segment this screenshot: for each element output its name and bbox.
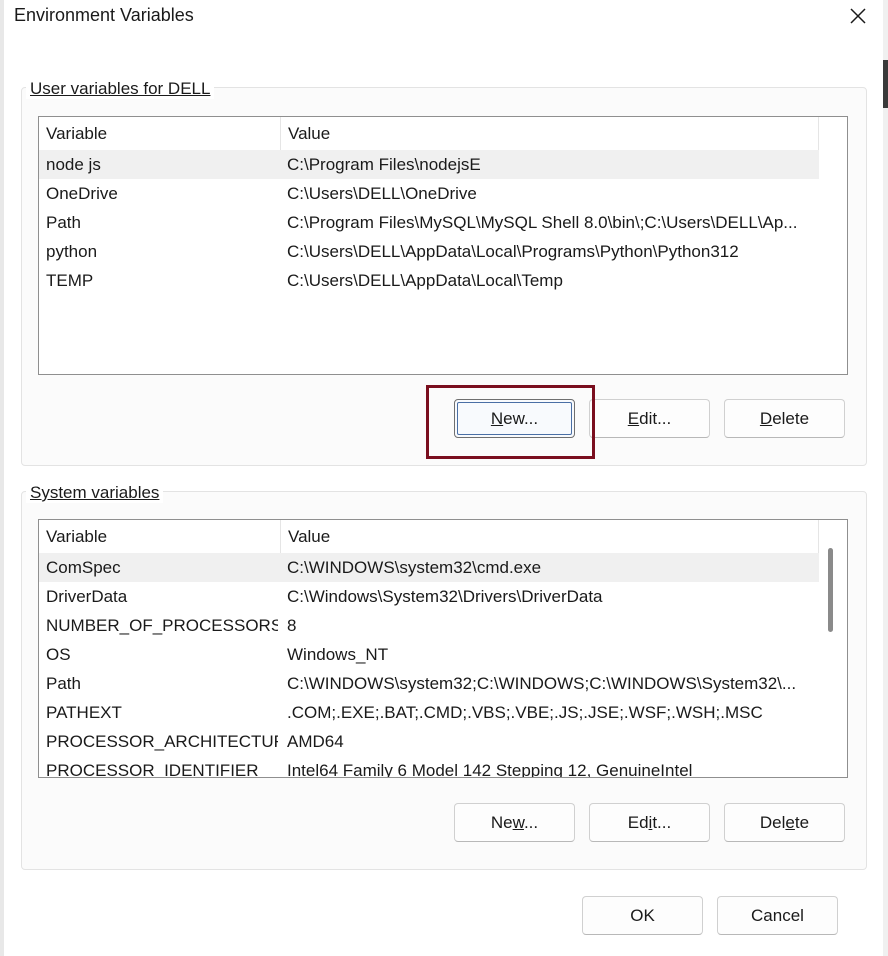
close-icon: [850, 8, 866, 24]
user-variables-label: User variables for DELL: [26, 79, 215, 99]
variable-value: .COM;.EXE;.BAT;.CMD;.VBS;.VBE;.JS;.JSE;.…: [287, 703, 763, 722]
table-row[interactable]: Path C:\Program Files\MySQL\MySQL Shell …: [39, 208, 819, 237]
table-row[interactable]: DriverData C:\Windows\System32\Drivers\D…: [39, 582, 819, 611]
background-window-edge-right: [883, 0, 888, 956]
background-window-edge-dark: [883, 60, 888, 108]
user-new-button[interactable]: New...: [454, 399, 575, 438]
user-delete-button[interactable]: Delete: [724, 399, 845, 438]
variable-name: PROCESSOR_ARCHITECTURE: [46, 732, 278, 751]
variable-name: ComSpec: [46, 558, 121, 577]
variable-name: NUMBER_OF_PROCESSORS: [46, 616, 278, 635]
table-row[interactable]: Path C:\WINDOWS\system32;C:\WINDOWS;C:\W…: [39, 669, 819, 698]
cancel-button[interactable]: Cancel: [717, 896, 838, 935]
table-row[interactable]: NUMBER_OF_PROCESSORS 8: [39, 611, 819, 640]
table-row[interactable]: node js C:\Program Files\nodejsE: [39, 150, 819, 179]
variable-value: AMD64: [287, 732, 344, 751]
user-edit-button[interactable]: Edit...: [589, 399, 710, 438]
column-header-value[interactable]: Value: [281, 520, 819, 553]
column-header-variable[interactable]: Variable: [39, 520, 281, 553]
scrollbar-thumb[interactable]: [828, 548, 833, 632]
variable-name: Path: [46, 213, 81, 232]
table-row[interactable]: OneDrive C:\Users\DELL\OneDrive: [39, 179, 819, 208]
column-header-variable[interactable]: Variable: [39, 117, 281, 150]
variable-value: C:\Users\DELL\AppData\Local\Programs\Pyt…: [287, 242, 739, 261]
variable-name: Path: [46, 674, 81, 693]
variable-value: C:\Program Files\MySQL\MySQL Shell 8.0\b…: [287, 213, 798, 232]
variable-name: PATHEXT: [46, 703, 122, 722]
system-edit-button[interactable]: Edit...: [589, 803, 710, 842]
background-window-edge: [0, 0, 4, 956]
variable-value: Intel64 Family 6 Model 142 Stepping 12, …: [287, 761, 693, 778]
variable-value: C:\Users\DELL\OneDrive: [287, 184, 477, 203]
system-new-button[interactable]: New...: [454, 803, 575, 842]
table-row[interactable]: PROCESSOR_IDENTIFIER Intel64 Family 6 Mo…: [39, 756, 819, 778]
table-row[interactable]: ComSpec C:\WINDOWS\system32\cmd.exe: [39, 553, 819, 582]
variable-value: C:\Windows\System32\Drivers\DriverData: [287, 587, 603, 606]
dialog-title: Environment Variables: [14, 5, 194, 25]
variable-name: PROCESSOR_IDENTIFIER: [46, 761, 259, 778]
table-row[interactable]: OS Windows_NT: [39, 640, 819, 669]
variable-value: C:\Users\DELL\AppData\Local\Temp: [287, 271, 563, 290]
variable-name: OS: [46, 645, 71, 664]
variable-name: DriverData: [46, 587, 128, 606]
variable-value: C:\WINDOWS\system32\cmd.exe: [287, 558, 542, 577]
variable-value: C:\Program Files\nodejsE: [287, 155, 481, 174]
table-row[interactable]: python C:\Users\DELL\AppData\Local\Progr…: [39, 237, 819, 266]
system-delete-button[interactable]: Delete: [724, 803, 845, 842]
close-button[interactable]: [844, 2, 872, 30]
user-variables-list[interactable]: Variable Value node js C:\Program Files\…: [38, 116, 848, 375]
variable-name: TEMP: [46, 271, 94, 290]
variable-value: C:\WINDOWS\system32;C:\WINDOWS;C:\WINDOW…: [287, 674, 797, 693]
variable-name: python: [46, 242, 98, 261]
system-variables-label: System variables: [26, 483, 164, 503]
ok-button[interactable]: OK: [582, 896, 703, 935]
table-row[interactable]: PROCESSOR_ARCHITECTURE AMD64: [39, 727, 819, 756]
column-header-value[interactable]: Value: [281, 117, 819, 150]
system-variables-list[interactable]: Variable Value ComSpec C:\WINDOWS\system…: [38, 519, 848, 778]
table-row[interactable]: TEMP C:\Users\DELL\AppData\Local\Temp: [39, 266, 819, 295]
variable-name: OneDrive: [46, 184, 118, 203]
variable-value: Windows_NT: [287, 645, 389, 664]
variable-value: 8: [287, 616, 297, 635]
variable-name: node js: [46, 155, 101, 174]
table-row[interactable]: PATHEXT .COM;.EXE;.BAT;.CMD;.VBS;.VBE;.J…: [39, 698, 819, 727]
